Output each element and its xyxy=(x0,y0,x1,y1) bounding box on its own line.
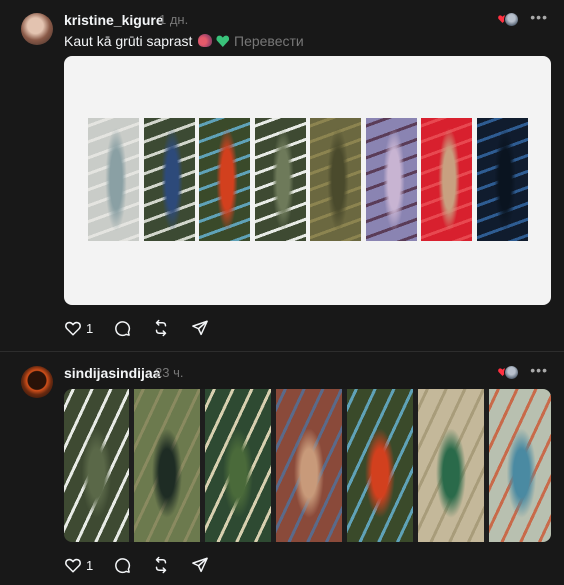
username[interactable]: sindijasindijaa xyxy=(64,365,160,381)
more-options-icon[interactable]: ••• xyxy=(530,362,548,378)
reply-button[interactable] xyxy=(113,554,131,576)
share-button[interactable] xyxy=(191,554,209,576)
reaction-avatars[interactable] xyxy=(498,365,520,380)
repost-icon xyxy=(152,556,170,574)
post-2: sindijasindijaa 23 ч. ••• 1 xyxy=(0,0,564,585)
send-icon xyxy=(191,556,209,574)
like-button[interactable]: 1 xyxy=(64,554,93,576)
red-lake-tile xyxy=(276,389,342,542)
river-meander-tile xyxy=(64,389,129,542)
like-count: 1 xyxy=(86,557,94,573)
heart-icon xyxy=(64,556,82,574)
delta-tile xyxy=(489,389,551,542)
green-river-tile xyxy=(205,389,271,542)
desert-lake-tile xyxy=(418,389,484,542)
post-image-carousel[interactable] xyxy=(64,389,551,542)
fire-smoke-tile xyxy=(347,389,413,542)
avatar xyxy=(504,365,519,380)
avatar[interactable] xyxy=(21,366,53,398)
comment-icon xyxy=(113,556,131,574)
dark-lake-tile xyxy=(134,389,200,542)
repost-button[interactable] xyxy=(152,554,170,576)
timestamp[interactable]: 23 ч. xyxy=(155,365,183,380)
